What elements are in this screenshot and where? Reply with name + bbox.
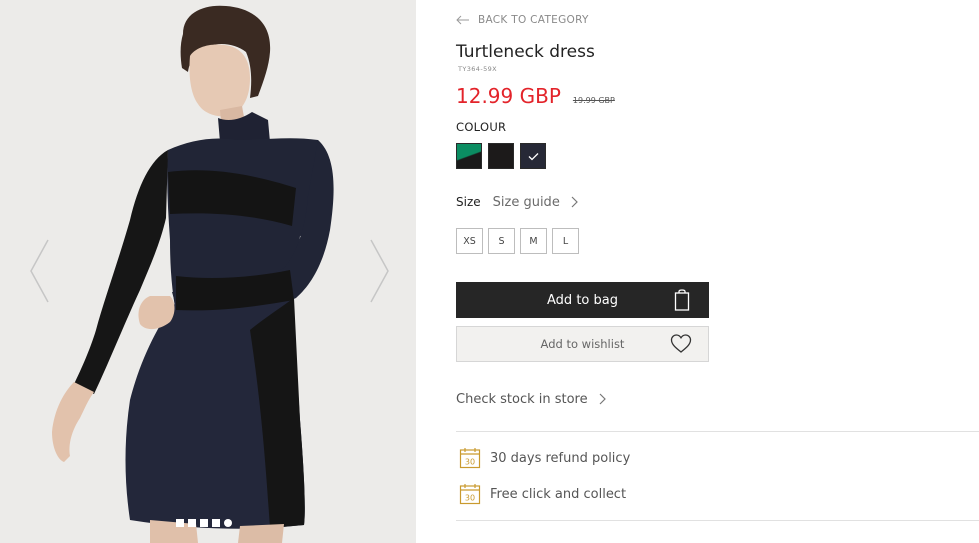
chevron-right-icon bbox=[571, 196, 578, 208]
check-stock-label: Check stock in store bbox=[456, 391, 588, 407]
swatch-navy-selected[interactable] bbox=[520, 143, 546, 169]
colour-swatches bbox=[456, 143, 546, 169]
calendar-30-icon: 30 bbox=[459, 448, 481, 469]
add-to-bag-label: Add to bag bbox=[547, 292, 618, 308]
arrow-left-icon bbox=[456, 15, 469, 25]
size-option-m[interactable]: M bbox=[520, 228, 547, 254]
gallery-pagination bbox=[176, 519, 232, 527]
shopping-bag-icon bbox=[674, 289, 690, 311]
divider bbox=[456, 431, 979, 432]
checkmark-icon bbox=[528, 153, 539, 161]
svg-text:30: 30 bbox=[465, 494, 475, 503]
benefit-click-collect: 30 Free click and collect bbox=[459, 483, 626, 505]
chevron-right-icon bbox=[370, 239, 389, 303]
size-option-l[interactable]: L bbox=[552, 228, 579, 254]
swatch-black[interactable] bbox=[488, 143, 514, 169]
product-sku: TY364-59X bbox=[458, 65, 498, 73]
previous-image-arrow[interactable] bbox=[28, 236, 52, 306]
add-to-wishlist-label: Add to wishlist bbox=[540, 337, 625, 351]
back-to-category-label: BACK TO CATEGORY bbox=[478, 14, 589, 26]
add-to-wishlist-button[interactable]: Add to wishlist bbox=[456, 326, 709, 362]
product-details: BACK TO CATEGORY Turtleneck dress TY364-… bbox=[456, 0, 979, 543]
divider bbox=[456, 520, 979, 521]
chevron-right-icon bbox=[599, 393, 606, 405]
svg-text:30: 30 bbox=[465, 458, 475, 467]
heart-icon bbox=[670, 334, 692, 353]
swatch-green-black[interactable] bbox=[456, 143, 482, 169]
check-stock-link[interactable]: Check stock in store bbox=[456, 391, 606, 407]
gallery-dot[interactable] bbox=[200, 519, 208, 527]
size-guide-label: Size guide bbox=[492, 194, 560, 210]
product-title: Turtleneck dress bbox=[456, 42, 595, 62]
product-photo bbox=[0, 0, 416, 543]
calendar-30-icon: 30 bbox=[459, 484, 481, 505]
old-price: 19.99 GBP bbox=[572, 96, 615, 105]
benefit-text: 30 days refund policy bbox=[490, 450, 631, 466]
colour-label: COLOUR bbox=[456, 120, 507, 134]
benefit-text: Free click and collect bbox=[490, 486, 627, 502]
gallery-dot[interactable] bbox=[212, 519, 220, 527]
size-row: Size Size guide bbox=[456, 194, 578, 210]
back-to-category-link[interactable]: BACK TO CATEGORY bbox=[456, 12, 589, 28]
size-guide-link[interactable]: Size guide bbox=[493, 195, 578, 210]
next-image-arrow[interactable] bbox=[367, 236, 391, 306]
size-options: XS S M L bbox=[456, 228, 579, 254]
gallery-dot-active[interactable] bbox=[224, 519, 232, 527]
benefit-refund: 30 30 days refund policy bbox=[459, 447, 630, 469]
chevron-left-icon bbox=[30, 239, 49, 303]
size-label: Size bbox=[456, 195, 481, 209]
price-row: 12.99 GBP 19.99 GBP bbox=[456, 84, 615, 108]
gallery-dot[interactable] bbox=[176, 519, 184, 527]
size-option-s[interactable]: S bbox=[488, 228, 515, 254]
gallery-dot[interactable] bbox=[188, 519, 196, 527]
size-option-xs[interactable]: XS bbox=[456, 228, 483, 254]
current-price: 12.99 GBP bbox=[456, 84, 561, 108]
add-to-bag-button[interactable]: Add to bag bbox=[456, 282, 709, 318]
product-gallery bbox=[0, 0, 416, 543]
